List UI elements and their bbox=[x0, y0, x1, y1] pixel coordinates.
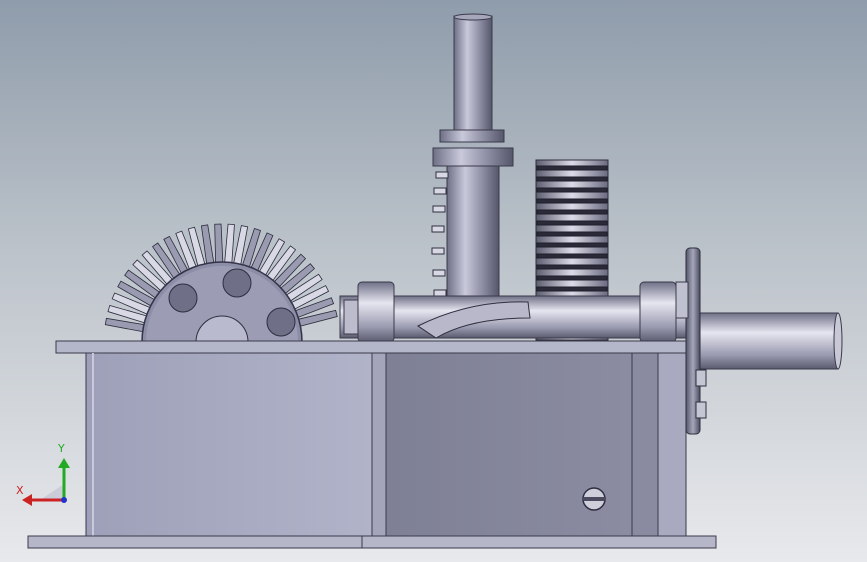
gearbox-model[interactable] bbox=[0, 0, 867, 562]
vertical-shaft[interactable] bbox=[432, 13, 514, 315]
spur-tooth bbox=[536, 231, 608, 237]
coordinate-triad: Y X bbox=[10, 438, 80, 508]
spur-tooth bbox=[536, 264, 608, 270]
triad-arrows bbox=[22, 458, 70, 506]
bevel-tooth bbox=[224, 223, 235, 264]
spur-tooth bbox=[536, 187, 608, 193]
spur-tooth bbox=[536, 275, 608, 281]
triad-x-label: X bbox=[16, 484, 24, 497]
output-shaft[interactable] bbox=[699, 312, 843, 370]
spur-tooth bbox=[536, 209, 608, 215]
spur-tooth bbox=[536, 242, 608, 248]
graphics-viewport[interactable]: Y X bbox=[0, 0, 867, 562]
worm-gear-teeth bbox=[431, 171, 449, 297]
bevel-tooth bbox=[214, 223, 224, 263]
spur-tooth bbox=[536, 220, 608, 226]
gearbox-housing[interactable] bbox=[27, 340, 717, 549]
spur-tooth bbox=[536, 286, 608, 292]
drain-plug[interactable] bbox=[582, 487, 606, 511]
spur-tooth bbox=[536, 176, 608, 182]
spur-tooth bbox=[536, 198, 608, 204]
spur-tooth bbox=[536, 253, 608, 259]
triad-y-label: Y bbox=[58, 442, 65, 455]
spur-tooth bbox=[536, 165, 608, 171]
